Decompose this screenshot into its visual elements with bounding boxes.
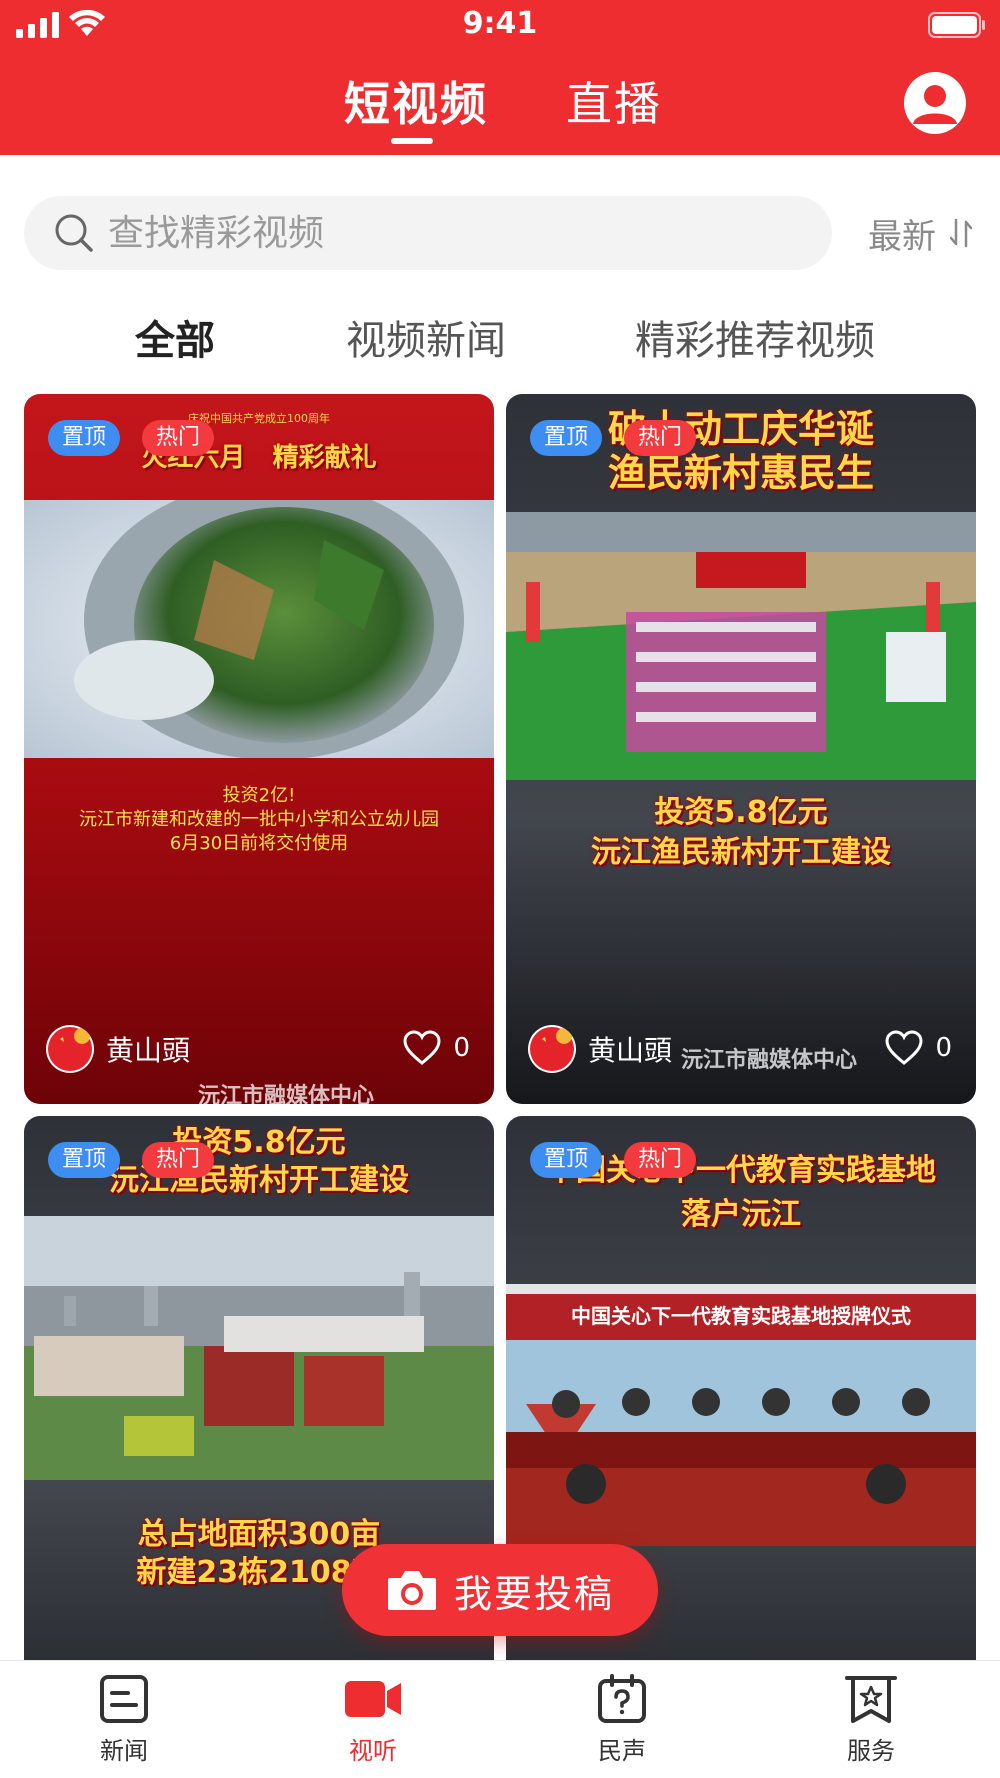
like-count: 0 bbox=[453, 1033, 470, 1063]
card-overlay-line: 渔民新村惠民生 bbox=[607, 451, 874, 495]
card-caption-line: 沅江渔民新村开工建设 bbox=[591, 835, 891, 870]
author-name: 黄山頭 bbox=[106, 1034, 191, 1067]
hot-badge: 热门 bbox=[142, 420, 215, 456]
search-box[interactable] bbox=[24, 196, 832, 270]
card-overlay-line: 落户沅江 bbox=[681, 1197, 801, 1232]
pinned-badge: 置顶 bbox=[48, 420, 121, 456]
nav-label: 服务 bbox=[847, 1737, 895, 1765]
card-watermark: 沅江市融媒体中心 bbox=[681, 1048, 858, 1073]
news-icon bbox=[100, 1675, 148, 1723]
profile-button[interactable] bbox=[904, 72, 966, 134]
active-tab-indicator bbox=[391, 138, 433, 144]
card-thumbnail: 中国关心下一代教育实践基地授牌仪式 bbox=[506, 1284, 976, 1546]
tab-short-video[interactable]: 短视频 bbox=[344, 68, 488, 134]
nav-item-service[interactable]: 服务 bbox=[801, 1671, 941, 1771]
card-thumbnail bbox=[24, 1216, 494, 1480]
bottom-nav: 新闻 视听 民声 服务 bbox=[0, 1660, 1000, 1778]
card-caption-line: 沅江市新建和改建的一批中小学和公立幼儿园 bbox=[79, 809, 439, 830]
card-inner-banner: 中国关心下一代教育实践基地授牌仪式 bbox=[571, 1304, 911, 1328]
sort-button[interactable]: 最新 bbox=[868, 208, 972, 258]
video-icon bbox=[345, 1681, 401, 1717]
card-caption-line: 投资5.8亿元 bbox=[654, 795, 828, 830]
search-input[interactable] bbox=[108, 196, 808, 270]
pinned-badge: 置顶 bbox=[530, 420, 603, 456]
submit-label: 我要投稿 bbox=[453, 1571, 614, 1616]
app-screen: 9:41 短视频 直播 最新 bbox=[0, 0, 1000, 1778]
nav-item-voice[interactable]: 民声 bbox=[552, 1671, 692, 1771]
author-avatar bbox=[46, 1025, 94, 1073]
sort-icon bbox=[950, 218, 972, 248]
video-card[interactable]: 破土动工庆华诞 渔民新村惠民生 投资5.8亿元 沅江渔民新村开工建设 置顶 热门… bbox=[506, 394, 976, 1104]
main-tabs: 短视频 直播 bbox=[0, 68, 1000, 148]
hot-badge: 热门 bbox=[624, 1142, 697, 1178]
bookmark-star-icon bbox=[845, 1676, 897, 1723]
card-caption-line: 投资2亿! bbox=[222, 785, 296, 806]
like-count: 0 bbox=[935, 1033, 952, 1063]
user-icon bbox=[913, 85, 957, 124]
question-icon bbox=[598, 1674, 646, 1723]
card-thumbnail bbox=[506, 512, 976, 780]
camera-icon bbox=[387, 1571, 436, 1610]
nav-label: 民声 bbox=[598, 1737, 646, 1765]
top-header: 9:41 短视频 直播 bbox=[0, 0, 1000, 155]
heart-icon bbox=[403, 1030, 441, 1065]
nav-item-news[interactable]: 新闻 bbox=[54, 1671, 194, 1771]
nav-label: 新闻 bbox=[100, 1737, 148, 1765]
like-button[interactable]: 0 bbox=[885, 1028, 952, 1068]
submit-video-button[interactable]: 我要投稿 bbox=[342, 1544, 658, 1636]
author-avatar bbox=[528, 1025, 576, 1073]
video-card[interactable]: 庆祝中国共产党成立100周年 火红六月 精彩献礼 投资2亿! 沅江市新建和改建的… bbox=[24, 394, 494, 1104]
author-name: 黄山頭 bbox=[588, 1034, 673, 1067]
category-tab-video-news[interactable]: 视频新闻 bbox=[346, 308, 506, 366]
sort-label: 最新 bbox=[868, 216, 936, 257]
hot-badge: 热门 bbox=[142, 1142, 215, 1178]
hot-badge: 热门 bbox=[624, 420, 697, 456]
author-info[interactable]: 黄山頭 bbox=[46, 1024, 190, 1074]
category-tab-recommended[interactable]: 精彩推荐视频 bbox=[635, 308, 875, 366]
tab-live[interactable]: 直播 bbox=[566, 68, 662, 134]
battery-icon bbox=[928, 12, 985, 38]
pinned-badge: 置顶 bbox=[48, 1142, 121, 1178]
category-tab-all[interactable]: 全部 bbox=[135, 308, 215, 366]
nav-item-video[interactable]: 视听 bbox=[303, 1671, 443, 1771]
author-info[interactable]: 黄山頭 bbox=[528, 1024, 672, 1074]
card-thumbnail bbox=[24, 500, 494, 758]
like-button[interactable]: 0 bbox=[403, 1028, 470, 1068]
status-time: 9:41 bbox=[462, 6, 538, 41]
card-watermark: 沅江市融媒体中心 bbox=[198, 1084, 375, 1104]
search-icon bbox=[55, 214, 93, 252]
pinned-badge: 置顶 bbox=[530, 1142, 603, 1178]
card-caption-line: 6月30日前将交付使用 bbox=[169, 833, 349, 854]
nav-label: 视听 bbox=[349, 1737, 397, 1765]
status-bar: 9:41 bbox=[0, 0, 1000, 50]
heart-icon bbox=[885, 1030, 923, 1065]
